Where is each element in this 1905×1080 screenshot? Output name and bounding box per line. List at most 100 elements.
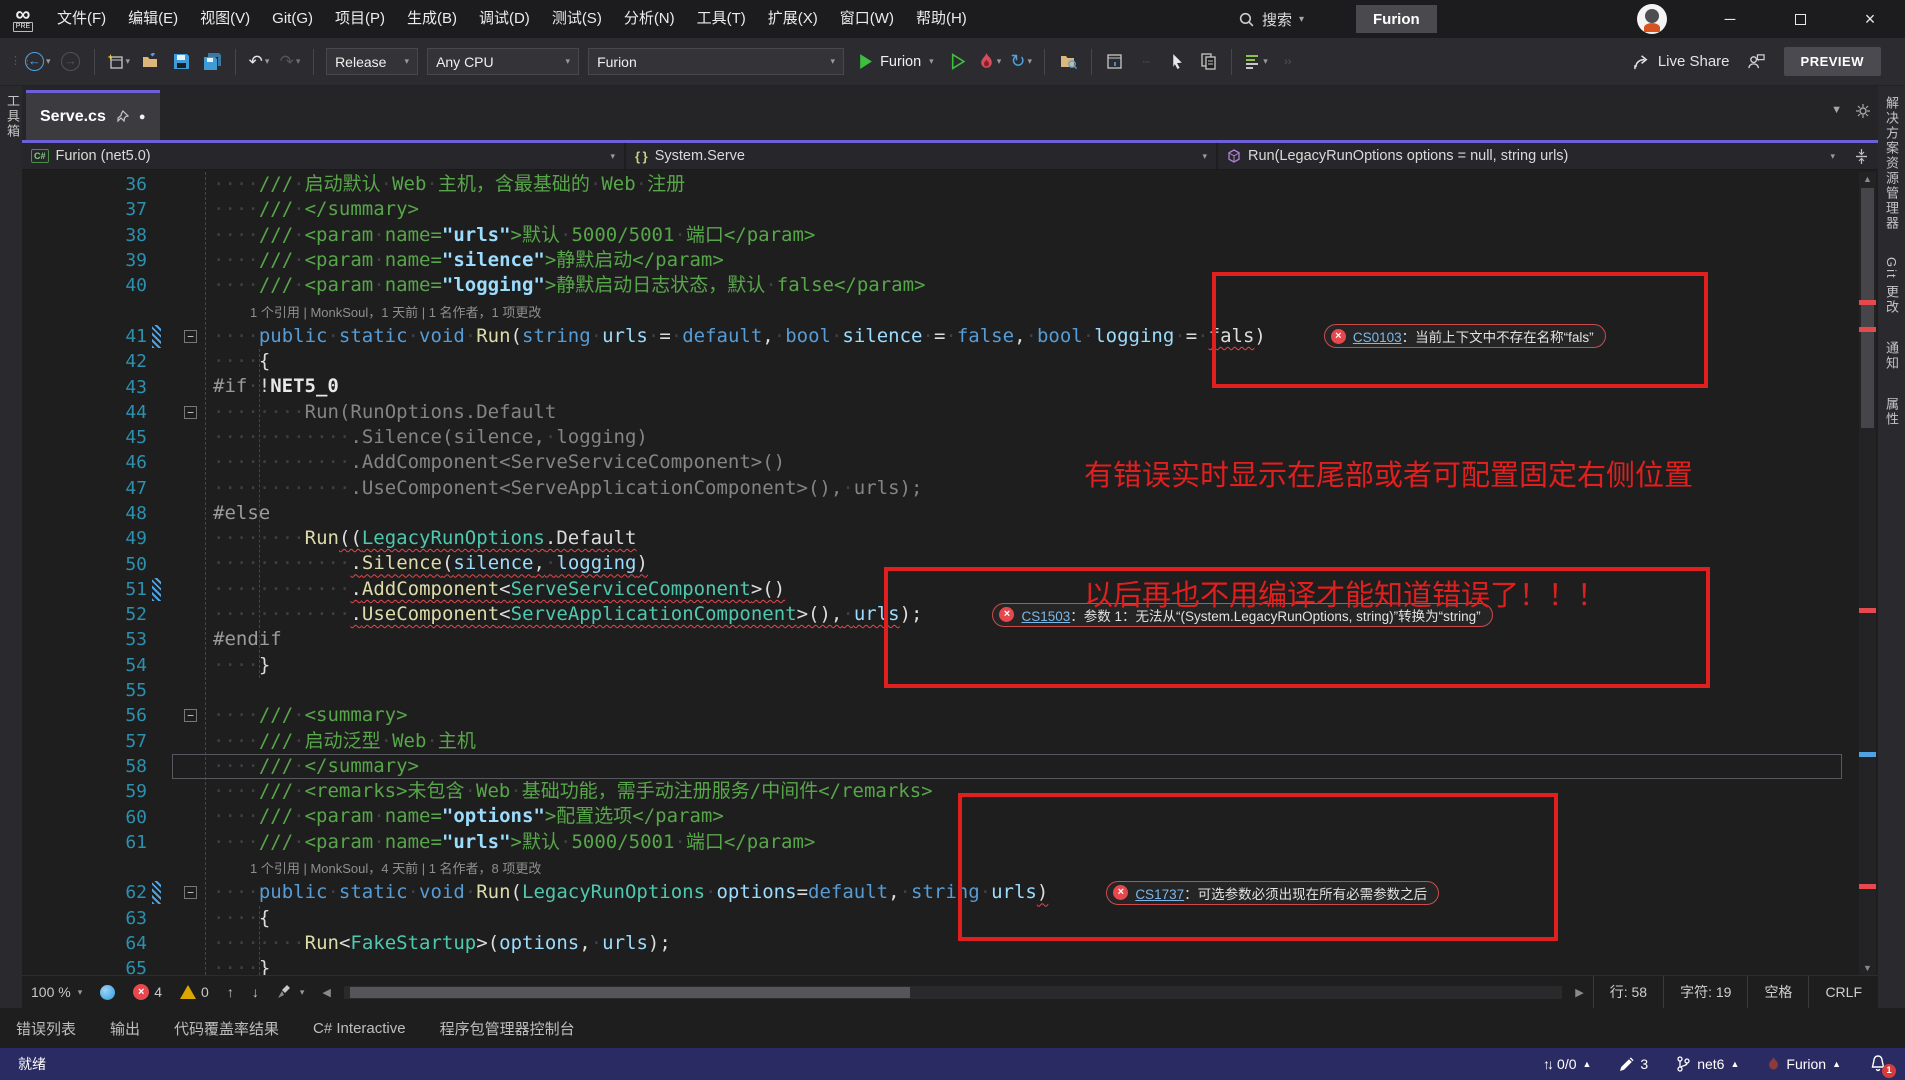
code-line-60[interactable]: 60····///·<param·name="options">配置选项</pa… (22, 804, 1856, 829)
scroll-up-icon[interactable]: ▲ (1859, 174, 1876, 184)
preview-button[interactable]: PREVIEW (1784, 47, 1881, 76)
horizontal-scrollbar[interactable] (344, 986, 1562, 999)
document-health-indicator[interactable] (91, 985, 124, 1000)
code-line-64[interactable]: 64········Run<FakeStartup>(options,·urls… (22, 931, 1856, 956)
start-without-debug-button[interactable] (947, 48, 969, 76)
save-button[interactable] (170, 48, 192, 76)
right-vtab-2[interactable]: 通知 (1882, 341, 1901, 371)
new-project-button[interactable]: ▾ (107, 48, 131, 76)
minimize-button[interactable]: ─ (1707, 0, 1753, 38)
right-vtab-3[interactable]: 属性 (1882, 397, 1901, 427)
sync-commits-button[interactable]: ↑↓ 0/0▲ (1543, 1056, 1591, 1072)
codelens-row[interactable]: 1 个引用 | MonkSoul，1 天前 | 1 名作者，1 项更改 (22, 298, 1856, 323)
toolbar-grip[interactable]: ⋮⋮ (10, 59, 16, 64)
fold-collapse-icon[interactable]: − (184, 406, 197, 419)
redo-button[interactable]: ↷▾ (279, 48, 301, 76)
notifications-button[interactable]: 1 (1869, 1054, 1889, 1074)
right-vtab-0[interactable]: 解决方案资源管理器 (1882, 96, 1901, 231)
menu-item-4[interactable]: 项目(P) (324, 0, 396, 38)
hscroll-right-icon[interactable]: ▶ (1566, 986, 1592, 999)
code-line-39[interactable]: 39····///·<param·name="silence">静默启动</pa… (22, 248, 1856, 273)
prev-issue-button[interactable]: ↑ (218, 984, 243, 1000)
menu-item-6[interactable]: 调试(D) (468, 0, 541, 38)
panel-tab-4[interactable]: 程序包管理器控制台 (440, 1018, 575, 1039)
undo-button[interactable]: ↶▾ (248, 48, 270, 76)
hscrollbar-thumb[interactable] (350, 987, 910, 998)
gear-icon[interactable] (1856, 104, 1870, 118)
error-code-link[interactable]: CS1503 (1021, 609, 1070, 624)
code-line-54[interactable]: 54····} (22, 653, 1856, 678)
code-line-44[interactable]: 44−········Run(RunOptions.Default (22, 400, 1856, 425)
line-format-button[interactable]: ▾ (1244, 48, 1268, 76)
menu-item-10[interactable]: 扩展(X) (757, 0, 829, 38)
active-files-dropdown-icon[interactable]: ▼ (1831, 104, 1842, 118)
code-line-47[interactable]: 47············.UseComponent<ServeApplica… (22, 476, 1856, 501)
panel-tab-2[interactable]: 代码覆盖率结果 (174, 1018, 279, 1039)
cursor-line-indicator[interactable]: 行: 58 (1593, 976, 1663, 1009)
code-line-62[interactable]: 62−····public·static·void·Run(LegacyRunO… (22, 880, 1856, 905)
left-vtab[interactable]: 工具箱 (3, 94, 22, 139)
code-line-43[interactable]: 43#if·!NET5_0 (22, 374, 1856, 399)
code-line-61[interactable]: 61····///·<param·name="urls">默认·5000/500… (22, 830, 1856, 855)
scrollbar-thumb[interactable] (1861, 188, 1874, 428)
code-line-52[interactable]: 52············.UseComponent<ServeApplica… (22, 602, 1856, 627)
vertical-scrollbar[interactable]: ▲ ▼ (1859, 172, 1876, 975)
panel-tab-1[interactable]: 输出 (110, 1018, 140, 1039)
menu-item-9[interactable]: 工具(T) (686, 0, 757, 38)
code-line-42[interactable]: 42····{ (22, 349, 1856, 374)
code-line-51[interactable]: 51············.AddComponent<ServeService… (22, 577, 1856, 602)
panel-tab-0[interactable]: 错误列表 (16, 1018, 76, 1039)
navigate-back-button[interactable]: ←▾ (25, 48, 51, 76)
whitespace-mode-indicator[interactable]: 空格 (1747, 976, 1808, 1009)
code-line-55[interactable]: 55 (22, 678, 1856, 703)
hot-reload-button[interactable]: ▾ (978, 48, 1002, 76)
breadcrumb-project[interactable]: C# Furion (net5.0)▾ (22, 143, 626, 169)
zoom-dropdown[interactable]: 100 %▾ (22, 984, 91, 1000)
current-branch-button[interactable]: net6▲ (1676, 1056, 1739, 1072)
hscroll-left-icon[interactable]: ◀ (313, 986, 339, 999)
code-line-37[interactable]: 37····///·</summary> (22, 197, 1856, 222)
navigate-forward-button[interactable]: → (60, 48, 82, 76)
code-line-41[interactable]: 41−····public·static·void·Run(string·url… (22, 324, 1856, 349)
error-code-link[interactable]: CS1737 (1135, 887, 1184, 902)
copy-structure-button[interactable] (1197, 48, 1219, 76)
code-line-45[interactable]: 45············.Silence(silence,·logging) (22, 425, 1856, 450)
minimized-tool-icon[interactable]: ┈ (1135, 48, 1157, 76)
menu-item-7[interactable]: 测试(S) (541, 0, 613, 38)
pending-changes-button[interactable]: 3 (1619, 1056, 1648, 1072)
code-line-38[interactable]: 38····///·<param·name="urls">默认·5000/500… (22, 223, 1856, 248)
platform-dropdown[interactable]: Any CPU▾ (427, 48, 579, 75)
fold-collapse-icon[interactable]: − (184, 886, 197, 899)
restart-button[interactable]: ↻▾ (1010, 48, 1032, 76)
overflow-icon[interactable]: ›› (1277, 48, 1299, 76)
menu-item-12[interactable]: 帮助(H) (905, 0, 978, 38)
menu-item-5[interactable]: 生成(B) (396, 0, 468, 38)
menu-item-8[interactable]: 分析(N) (613, 0, 686, 38)
avatar[interactable] (1637, 4, 1667, 34)
feedback-button[interactable] (1746, 48, 1768, 76)
menu-item-1[interactable]: 编辑(E) (117, 0, 189, 38)
code-cleanup-button[interactable]: ▾ (268, 984, 314, 1000)
close-button[interactable]: × (1847, 0, 1893, 38)
codelens-text[interactable]: 1 个引用 | MonkSoul，4 天前 | 1 名作者，8 项更改 (250, 858, 541, 877)
breadcrumb-member[interactable]: Run(LegacyRunOptions options = null, str… (1218, 143, 1844, 169)
menu-item-0[interactable]: 文件(F) (46, 0, 117, 38)
pointer-tool-button[interactable] (1166, 48, 1188, 76)
code-line-50[interactable]: 50············.Silence(silence,·logging) (22, 551, 1856, 576)
error-count[interactable]: ×4 (124, 984, 171, 1000)
split-editor-button[interactable] (1844, 143, 1878, 169)
find-in-files-button[interactable] (1057, 48, 1079, 76)
startup-project-dropdown[interactable]: Furion▾ (588, 48, 844, 75)
code-editor[interactable]: 36····///·启动默认·Web·主机，含最基础的·Web·注册37····… (22, 172, 1878, 975)
repository-button[interactable]: Furion▲ (1767, 1056, 1841, 1072)
save-all-button[interactable] (201, 48, 223, 76)
tab-serve-cs[interactable]: Serve.cs ● (26, 90, 160, 140)
search-box[interactable]: 搜索 ▾ (1238, 0, 1304, 38)
scroll-down-icon[interactable]: ▼ (1859, 963, 1876, 973)
configuration-dropdown[interactable]: Release▾ (326, 48, 418, 75)
codelens-text[interactable]: 1 个引用 | MonkSoul，1 天前 | 1 名作者，1 项更改 (250, 302, 541, 321)
fold-collapse-icon[interactable]: − (184, 330, 197, 343)
open-file-button[interactable] (139, 48, 161, 76)
menu-item-11[interactable]: 窗口(W) (829, 0, 905, 38)
menu-item-3[interactable]: Git(G) (261, 0, 324, 38)
